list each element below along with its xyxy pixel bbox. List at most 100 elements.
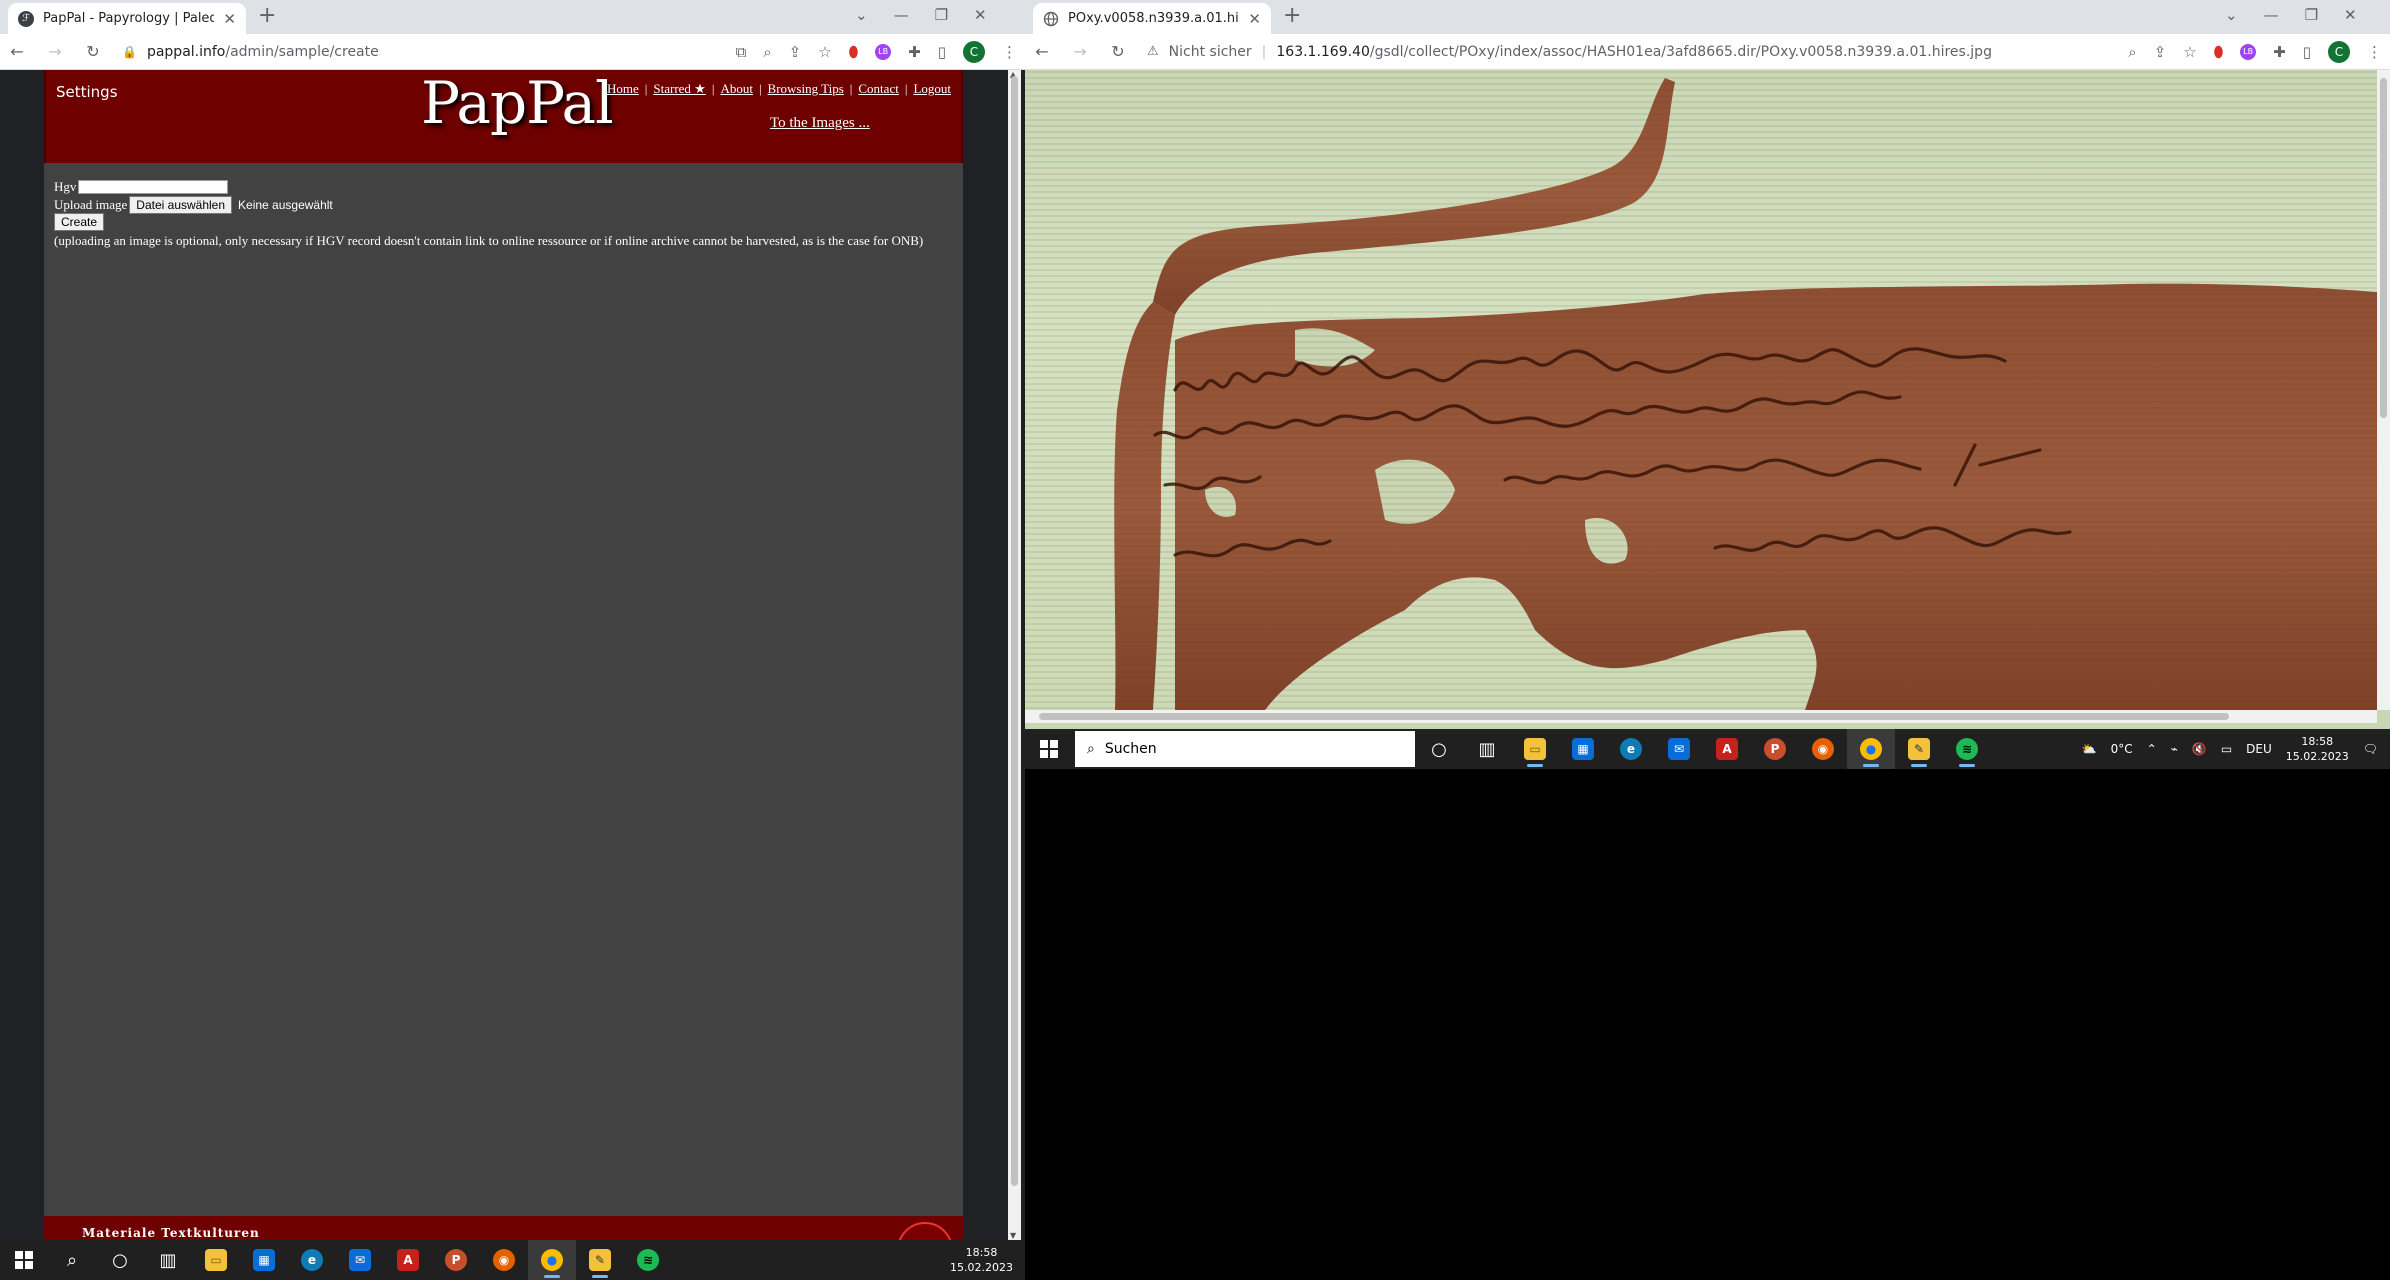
tab-close-icon[interactable]: ✕	[223, 10, 236, 28]
extensions-puzzle-icon[interactable]: ✚	[908, 43, 921, 61]
nav-logout[interactable]: Logout	[913, 81, 951, 97]
task-view-icon[interactable]: ▥	[144, 1240, 192, 1280]
horizontal-scrollbar[interactable]	[1025, 710, 2377, 723]
menu-kebab-icon[interactable]: ⋮	[1002, 43, 1017, 61]
menu-kebab-icon[interactable]: ⋮	[2367, 43, 2382, 61]
battery-icon[interactable]: ▭	[2221, 742, 2232, 756]
language-indicator[interactable]: DEU	[2246, 742, 2272, 756]
weather-temp[interactable]: 0°C	[2111, 742, 2133, 756]
nav-home[interactable]: Home	[607, 81, 639, 97]
side-panel-icon[interactable]: ▯	[2303, 43, 2311, 61]
profile-avatar[interactable]: C	[2328, 40, 2350, 63]
acrobat-icon[interactable]: A	[1703, 729, 1751, 769]
zoom-icon[interactable]: ⌕	[2128, 43, 2136, 61]
tab-search-icon[interactable]: ⌄	[855, 6, 868, 24]
powerpoint-icon[interactable]: P	[432, 1240, 480, 1280]
extension-red-icon[interactable]: ⬮	[2214, 43, 2223, 61]
cortana-icon[interactable]: ○	[96, 1240, 144, 1280]
extensions-puzzle-icon[interactable]: ✚	[2273, 43, 2286, 61]
bookmark-star-icon[interactable]: ☆	[818, 43, 831, 61]
scroll-thumb[interactable]	[1011, 76, 1018, 1186]
security-label[interactable]: Nicht sicher	[1169, 44, 1252, 60]
notification-icon[interactable]: 🗨	[2363, 742, 2378, 756]
zoom-icon[interactable]: ⌕	[763, 43, 771, 61]
restore-icon[interactable]: ❐	[2305, 6, 2318, 24]
extension-purple-icon[interactable]: LB	[2240, 43, 2257, 60]
minimize-icon[interactable]: —	[2264, 6, 2279, 24]
tab-close-icon[interactable]: ✕	[1248, 10, 1261, 28]
extension-purple-icon[interactable]: LB	[875, 43, 892, 60]
address-bar[interactable]: 🔒 pappal.info/admin/sample/create	[122, 38, 716, 66]
spotify-icon[interactable]: ≋	[1943, 729, 1991, 769]
close-window-icon[interactable]: ✕	[2344, 6, 2357, 24]
clock[interactable]: 18:58 15.02.2023	[950, 1245, 1013, 1275]
create-button[interactable]: Create	[54, 213, 105, 231]
back-icon[interactable]: ←	[8, 42, 26, 61]
nav-starred[interactable]: Starred ★	[653, 81, 705, 97]
papyrus-image[interactable]	[1025, 70, 2377, 710]
hgv-input[interactable]	[78, 180, 229, 194]
file-explorer-icon[interactable]: ▭	[1511, 729, 1559, 769]
task-view-icon[interactable]: ▥	[1463, 729, 1511, 769]
scroll-down-icon[interactable]: ▼	[1010, 1231, 1016, 1240]
bookmark-star-icon[interactable]: ☆	[2183, 43, 2196, 61]
mail-icon[interactable]: ✉	[1655, 729, 1703, 769]
back-icon[interactable]: ←	[1033, 42, 1051, 61]
chrome-icon[interactable]: ●	[528, 1240, 576, 1280]
search-icon[interactable]: ⌕	[48, 1240, 96, 1280]
powerpoint-icon[interactable]: P	[1751, 729, 1799, 769]
nav-browsing-tips[interactable]: Browsing Tips	[768, 81, 844, 97]
store-icon[interactable]: ▦	[1559, 729, 1607, 769]
file-explorer-icon[interactable]: ▭	[192, 1240, 240, 1280]
acrobat-icon[interactable]: A	[384, 1240, 432, 1280]
store-icon[interactable]: ▦	[240, 1240, 288, 1280]
network-icon[interactable]: ⌁	[2171, 742, 2178, 756]
edge-icon[interactable]: e	[288, 1240, 336, 1280]
firefox-icon[interactable]: ◉	[480, 1240, 528, 1280]
translate-icon[interactable]: ⧉	[736, 43, 747, 61]
forward-icon[interactable]: →	[46, 42, 64, 61]
extension-red-icon[interactable]: ⬮	[849, 43, 858, 61]
edge-icon[interactable]: e	[1607, 729, 1655, 769]
restore-icon[interactable]: ❐	[935, 6, 948, 24]
new-tab-button[interactable]: +	[1283, 5, 1301, 27]
side-panel-icon[interactable]: ▯	[938, 43, 946, 61]
mail-icon[interactable]: ✉	[336, 1240, 384, 1280]
volume-icon[interactable]: 🔇	[2192, 742, 2207, 756]
sticky-notes-icon[interactable]: ✎	[576, 1240, 624, 1280]
sticky-notes-icon[interactable]: ✎	[1895, 729, 1943, 769]
reload-icon[interactable]: ↻	[84, 42, 102, 61]
taskbar-search-box[interactable]: ⌕ Suchen	[1075, 731, 1415, 767]
vertical-scrollbar[interactable]	[2377, 70, 2390, 710]
share-icon[interactable]: ⇪	[789, 43, 802, 61]
reload-icon[interactable]: ↻	[1109, 42, 1127, 61]
spotify-icon[interactable]: ≋	[624, 1240, 672, 1280]
new-tab-button[interactable]: +	[258, 5, 276, 27]
start-button[interactable]	[0, 1240, 48, 1280]
address-bar[interactable]: ⚠ Nicht sicher | 163.1.169.40/gsdl/colle…	[1147, 38, 2108, 66]
tab-search-icon[interactable]: ⌄	[2225, 6, 2238, 24]
share-icon[interactable]: ⇪	[2154, 43, 2167, 61]
tab-pappal[interactable]: ℱ PapPal - Papyrology | Paleograph ✕	[8, 3, 246, 34]
site-logo[interactable]: PapPal	[421, 70, 614, 137]
choose-file-button[interactable]: Datei auswählen	[129, 196, 233, 214]
vertical-scrollbar[interactable]: ▲ ▼	[1008, 70, 1021, 1240]
tab-image[interactable]: POxy.v0058.n3939.a.01.hires.jpg ✕	[1033, 3, 1271, 34]
nav-about[interactable]: About	[720, 81, 753, 97]
warning-triangle-icon[interactable]: ⚠	[1147, 44, 1159, 59]
scroll-thumb[interactable]	[2380, 78, 2387, 418]
forward-icon[interactable]: →	[1071, 42, 1089, 61]
settings-link[interactable]: Settings	[56, 83, 118, 101]
clock[interactable]: 18:58 15.02.2023	[2286, 734, 2349, 764]
cortana-icon[interactable]: ○	[1415, 729, 1463, 769]
tray-chevron-icon[interactable]: ⌃	[2147, 742, 2157, 756]
firefox-icon[interactable]: ◉	[1799, 729, 1847, 769]
chrome-icon[interactable]: ●	[1847, 729, 1895, 769]
scroll-thumb[interactable]	[1039, 713, 2229, 720]
close-window-icon[interactable]: ✕	[974, 6, 987, 24]
to-images-link[interactable]: To the Images ...	[770, 115, 870, 132]
nav-contact[interactable]: Contact	[858, 81, 898, 97]
weather-icon[interactable]: ⛅	[2082, 742, 2097, 756]
start-button[interactable]	[1025, 729, 1073, 769]
profile-avatar[interactable]: C	[963, 40, 985, 63]
